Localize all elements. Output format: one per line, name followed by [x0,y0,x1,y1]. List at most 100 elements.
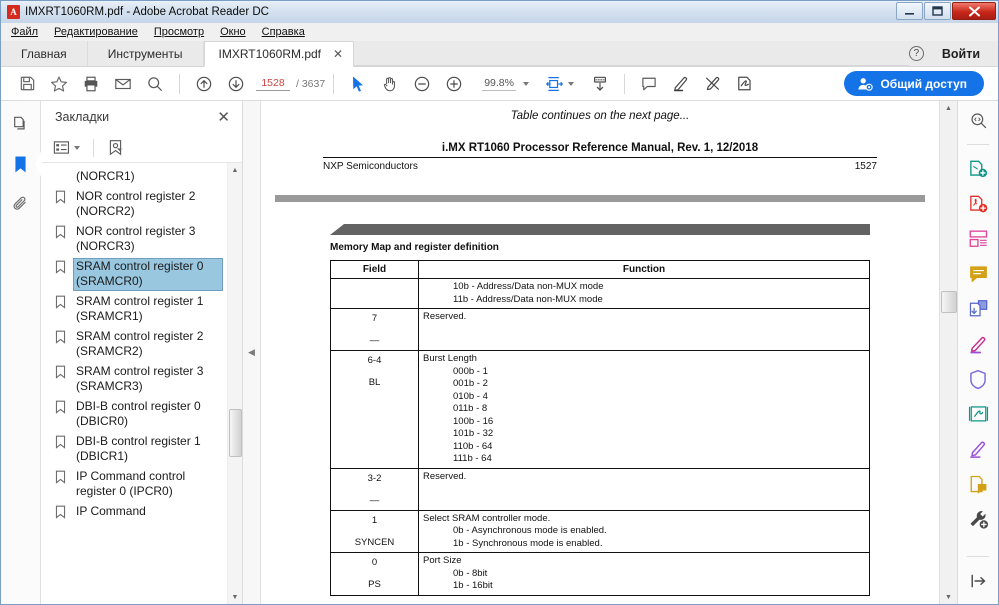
create-pdf-icon[interactable] [963,191,993,217]
protect-icon[interactable] [963,366,993,392]
adobe-sign-icon[interactable] [963,401,993,427]
bookmark-list-item[interactable]: IP Command control register 0 (IPCR0) [41,467,227,502]
document-scroll-area[interactable]: Table continues on the next page... i.MX… [261,101,939,604]
tab-close-icon[interactable]: ✕ [333,47,343,61]
highlight-erase-icon[interactable] [697,69,729,99]
table-row: 10b - Address/Data non-MUX mode 11b - Add… [330,278,870,309]
comment-tool-icon[interactable] [963,261,993,287]
panel-splitter[interactable]: ◀ [243,101,261,604]
menu-edit[interactable]: Редактирование [54,26,138,38]
function-option: 0b - Asynchronous mode is enabled. [453,525,607,536]
left-navigation-rail [1,101,42,604]
function-option: 0b - 8bit [453,567,488,579]
chevron-down-icon[interactable] [522,81,529,86]
page-number-input[interactable]: 1528 [256,77,290,91]
window-controls [896,2,996,20]
print-icon[interactable] [75,69,107,99]
edit-pdf-icon[interactable] [963,331,993,357]
scroll-mode-icon[interactable] [584,69,616,99]
menu-help[interactable]: Справка [262,26,305,38]
zoom-out-icon[interactable] [406,69,438,99]
minimize-button[interactable] [896,2,923,20]
menu-window[interactable]: Окно [220,26,246,38]
acrobat-window: A IMXRT1060RM.pdf - Adobe Acrobat Reader… [0,0,999,605]
tab-document[interactable]: IMXRT1060RM.pdf ✕ [203,41,355,67]
bookmarks-icon[interactable] [6,149,42,179]
document-scroll-down-icon[interactable]: ▼ [945,590,952,604]
bookmark-list-item[interactable]: DBI-B control register 1 (DBICR1) [41,432,227,467]
document-scroll-track[interactable] [940,115,957,590]
bookmark-label: (NORCR1) [76,169,135,183]
menu-bar: Файл Редактирование Просмотр Окно Справк… [1,23,998,41]
bookmark-list-item[interactable]: SRAM control register 2 (SRAMCR2) [41,327,227,362]
more-tools-icon[interactable] [963,506,993,532]
field-name: SYNCEN [354,536,395,548]
collapse-panel-icon[interactable] [963,568,993,594]
share-button[interactable]: Общий доступ [844,71,984,96]
bookmark-list-item[interactable]: NOR control register 3 (NORCR3) [41,222,227,257]
chevron-down-icon[interactable] [74,145,80,150]
fit-page-icon[interactable] [539,69,571,99]
document-scrollbar[interactable]: ▲ ▼ [939,101,957,604]
bookmark-list-item[interactable]: DBI-B control register 0 (DBICR0) [41,397,227,432]
close-button[interactable] [952,2,996,20]
export-pdf-icon[interactable] [963,156,993,182]
bookmark-list-item[interactable]: SRAM control register 1 (SRAMCR1) [41,292,227,327]
help-icon[interactable]: ? [908,46,924,61]
page-navigation: 1528 / 3637 [256,77,325,91]
fit-page-chevron-down-icon[interactable] [567,81,574,86]
select-tool-icon[interactable] [342,69,374,99]
zoom-value[interactable]: 99.8% [482,77,516,91]
bookmark-list-item[interactable]: SRAM control register 0 (SRAMCR0) [41,257,227,292]
bookmarks-scroll-down-icon[interactable]: ▼ [232,590,239,604]
signin-button[interactable]: Войти [942,47,980,61]
search-tool-icon[interactable] [963,107,993,133]
fill-and-sign-icon[interactable] [963,436,993,462]
document-scroll-thumb[interactable] [941,291,957,313]
collapse-panel-icon[interactable]: ◀ [248,347,255,358]
comment-icon[interactable] [633,69,665,99]
list-options-icon[interactable] [53,140,80,155]
highlight-icon[interactable] [665,69,697,99]
bookmarks-scrollbar[interactable]: ▲ ▼ [227,163,242,604]
table-header-field: Field [330,260,419,279]
bookmarks-scroll-track[interactable] [228,177,242,590]
organize-pages-icon[interactable] [963,226,993,252]
email-icon[interactable] [107,69,139,99]
bookmark-icon [55,188,73,207]
page-thumbnails-icon[interactable] [6,111,36,137]
tools-rail [957,101,998,604]
bookmarks-scroll-up-icon[interactable]: ▲ [232,163,239,177]
zoom-in-icon[interactable] [438,69,470,99]
save-icon[interactable] [11,69,43,99]
bookmark-list-item[interactable]: NOR control register 2 (NORCR2) [41,187,227,222]
table-cell-function: Burst Length 000b - 1 001b - 2 010b - 4 011b… [418,350,870,469]
bookmarks-panel-title: Закладки [55,110,110,124]
hand-tool-icon[interactable] [374,69,406,99]
tab-home[interactable]: Главная [1,41,88,66]
menu-view[interactable]: Просмотр [154,26,204,38]
bookmark-list-item[interactable]: SRAM control register 3 (SRAMCR3) [41,362,227,397]
next-page-icon[interactable] [220,69,252,99]
new-bookmark-icon[interactable] [107,139,124,156]
bookmarks-scroll-thumb[interactable] [229,409,242,457]
table-cell-field: 3-2 — [330,467,419,511]
close-icon[interactable]: ✕ [217,110,230,125]
bookmarks-list[interactable]: (NORCR1) NOR control register 2 (NORCR2) N… [41,163,227,604]
search-icon[interactable] [139,69,171,99]
stamp-icon[interactable] [963,471,993,497]
star-icon[interactable] [43,69,75,99]
document-scroll-up-icon[interactable]: ▲ [945,101,952,115]
menu-file[interactable]: Файл [11,26,38,38]
previous-page-icon[interactable] [188,69,220,99]
share-button-label: Общий доступ [880,76,967,91]
page-header-rule [323,157,877,158]
combine-files-icon[interactable] [963,296,993,322]
attachments-icon[interactable] [6,191,36,217]
bookmark-list-item[interactable]: IP Command [41,502,227,523]
bookmark-icon [55,168,73,170]
tab-tools[interactable]: Инструменты [87,41,204,66]
bookmark-list-item[interactable]: (NORCR1) [41,167,227,187]
maximize-button[interactable] [924,2,951,20]
sign-icon[interactable] [729,69,761,99]
